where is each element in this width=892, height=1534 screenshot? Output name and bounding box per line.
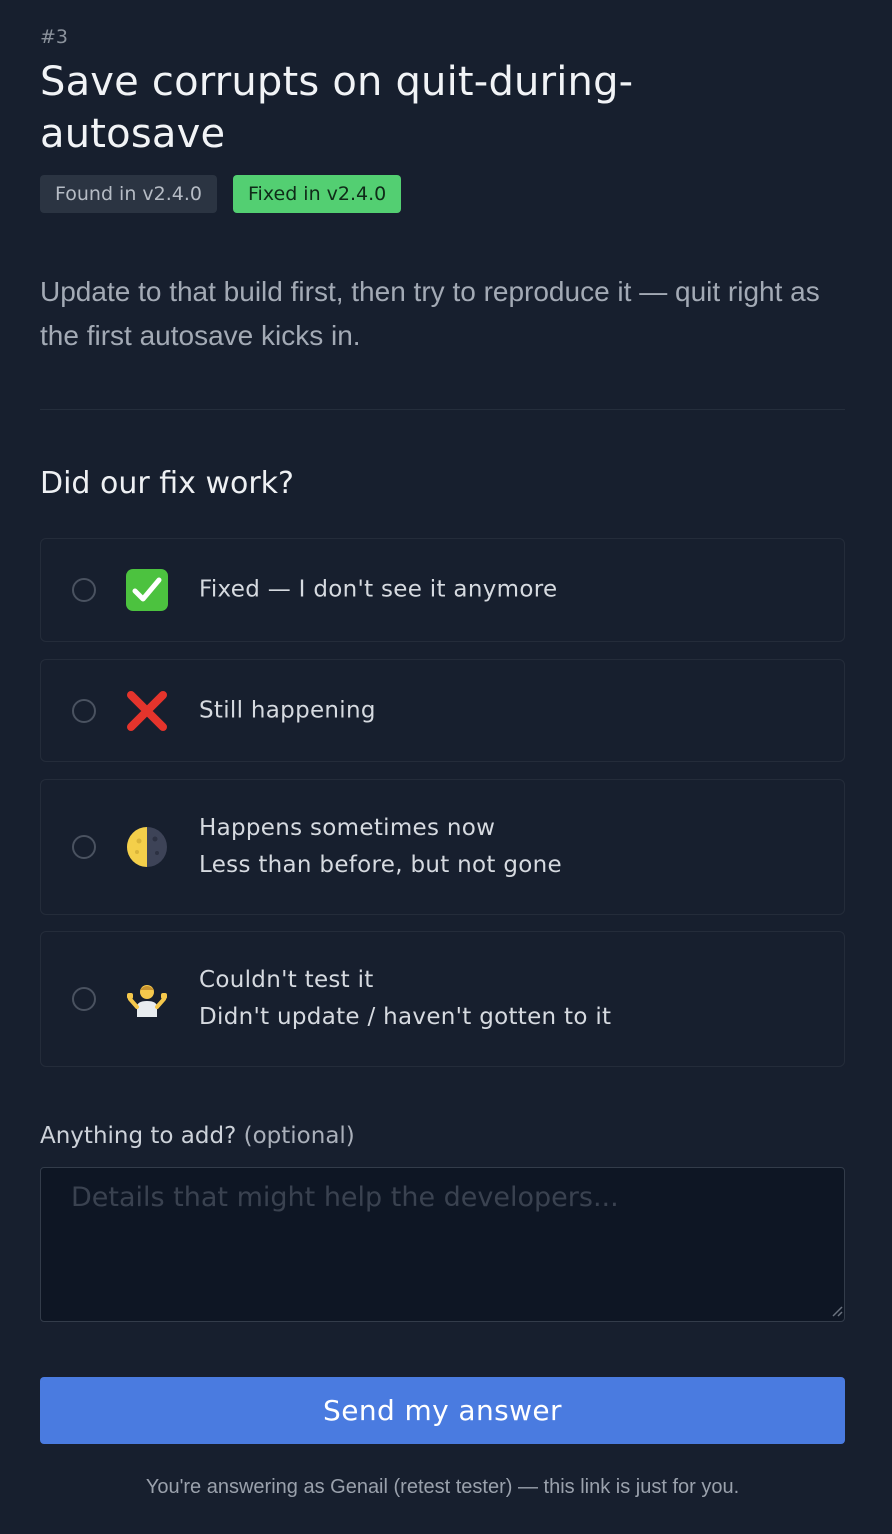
option-couldnt-test-text: Couldn't test it: [199, 967, 374, 993]
half-moon-icon: [125, 825, 169, 869]
version-badges: Found in v2.4.0 Fixed in v2.4.0: [40, 175, 402, 213]
issue-title: Save corrupts on quit-during-autosave: [40, 59, 634, 157]
fixed-in-badge: Fixed in v2.4.0: [233, 175, 402, 213]
radio-couldnt-test[interactable]: [72, 987, 96, 1011]
issue-description: Update to that build first, then try to …: [40, 276, 820, 351]
option-still-happening-label: Still happening: [199, 692, 376, 729]
option-fixed-label: Fixed — I don't see it anymore: [199, 572, 557, 609]
option-couldnt-test[interactable]: Couldn't test it Didn't update / haven't…: [40, 931, 845, 1067]
found-in-badge: Found in v2.4.0: [40, 175, 218, 213]
issue-number: #3: [40, 26, 69, 48]
radio-fixed[interactable]: [72, 578, 96, 602]
option-sometimes-subtext: Less than before, but not gone: [199, 852, 562, 878]
question-heading: Did our fix work?: [40, 466, 294, 501]
comment-textarea[interactable]: [40, 1167, 845, 1322]
option-couldnt-test-label: Couldn't test it Didn't update / haven't…: [199, 962, 611, 1036]
comment-optional-hint: (optional): [243, 1123, 355, 1149]
cross-mark-icon: [125, 689, 169, 733]
option-still-happening-text: Still happening: [199, 697, 376, 723]
option-still-happening[interactable]: Still happening: [40, 659, 845, 762]
shrug-icon: [125, 977, 169, 1021]
resize-grip-icon[interactable]: [829, 1303, 843, 1317]
option-sometimes-label: Happens sometimes now Less than before, …: [199, 810, 562, 884]
option-fixed-text: Fixed — I don't see it anymore: [199, 576, 558, 603]
divider: [40, 409, 845, 410]
comment-label-text: Anything to add?: [40, 1123, 237, 1149]
radio-sometimes[interactable]: [72, 835, 96, 859]
option-sometimes[interactable]: Happens sometimes now Less than before, …: [40, 779, 845, 915]
footer-note: You're answering as Genail (retest teste…: [145, 1476, 740, 1498]
send-answer-button[interactable]: Send my answer: [40, 1377, 845, 1444]
option-sometimes-text: Happens sometimes now: [199, 815, 496, 841]
radio-still-happening[interactable]: [72, 698, 96, 723]
check-mark-icon: [125, 568, 169, 612]
option-couldnt-test-subtext: Didn't update / haven't gotten to it: [199, 1004, 612, 1030]
option-fixed[interactable]: Fixed — I don't see it anymore: [40, 538, 845, 642]
comment-label: Anything to add? (optional): [40, 1123, 355, 1149]
